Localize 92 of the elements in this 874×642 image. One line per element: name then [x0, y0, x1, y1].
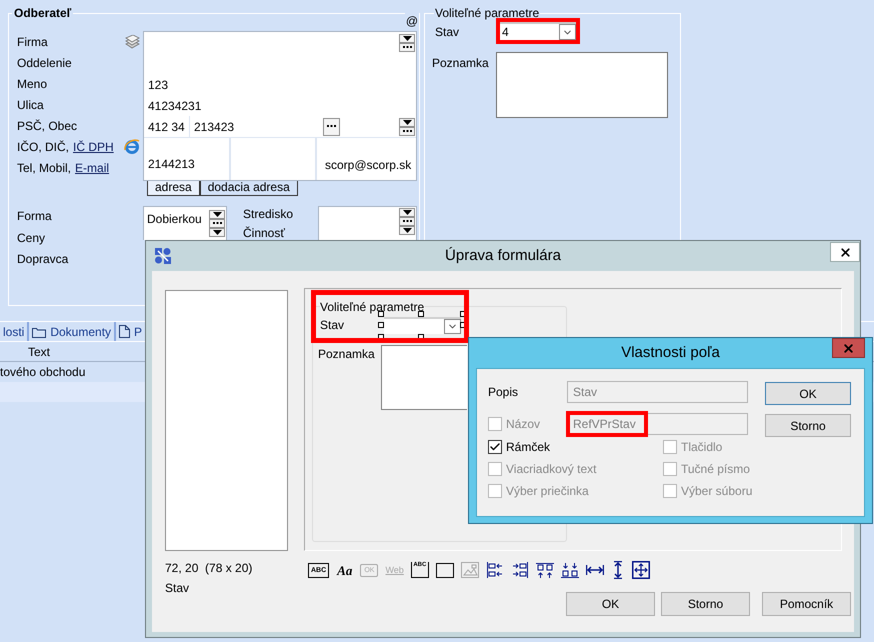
align-right-tool[interactable]: [510, 562, 529, 578]
dialog-button[interactable]: OK: [765, 382, 851, 405]
triangle-icon: [402, 228, 412, 233]
folder-icon: [32, 326, 46, 338]
checkbox-label: Výber priečinka: [506, 483, 589, 500]
triangle-icon: [402, 36, 412, 40]
field-label: Činnosť: [243, 226, 285, 240]
note-field[interactable]: [496, 52, 668, 118]
close-icon: [838, 246, 852, 258]
dropdown-button[interactable]: [209, 228, 225, 237]
align-left-tool[interactable]: [486, 562, 504, 578]
name-value: 123: [148, 76, 168, 94]
dots-icon: [402, 46, 412, 48]
dropdown-button[interactable]: [399, 118, 415, 126]
field-label: Firma: [17, 34, 48, 50]
align-bottom-tool[interactable]: [560, 562, 579, 578]
dropdown-button[interactable]: [209, 210, 225, 219]
checkbox-label: Rámček: [506, 439, 550, 456]
field-label: Tel, Mobil,: [17, 160, 72, 176]
dropdown-button[interactable]: [399, 226, 415, 235]
same-width-tool[interactable]: [586, 562, 604, 578]
field-label: Stav: [435, 24, 460, 41]
field-name-text: Stav: [165, 580, 190, 597]
checkbox-label: Tlačidlo: [681, 439, 722, 456]
column-header[interactable]: Text: [28, 342, 50, 360]
field-label: Oddelenie: [17, 54, 72, 72]
more-button[interactable]: [399, 217, 415, 226]
browser-icon[interactable]: [124, 139, 140, 154]
dialog-button[interactable]: Pomocník: [762, 592, 851, 616]
field-label: Stav: [320, 317, 344, 334]
status-select[interactable]: 4: [500, 22, 576, 40]
field-label: Meno: [17, 76, 48, 92]
dialog-button[interactable]: Storno: [765, 414, 851, 437]
frame-tool[interactable]: [436, 562, 454, 578]
section-tab[interactable]: Dokumenty: [29, 322, 116, 341]
field-label: Stredisko: [243, 207, 294, 221]
zip-value: 412 34: [148, 118, 185, 136]
checkbox-label: Tučné písmo: [681, 461, 750, 478]
field-label: Forma: [17, 208, 52, 225]
checkbox-label: Výber súboru: [681, 483, 752, 500]
field-label: Popis: [488, 384, 520, 401]
field-label: Poznamka: [432, 55, 490, 72]
dots-icon: [327, 125, 336, 128]
field-link[interactable]: IČ DPH: [73, 138, 114, 156]
window-title: Vlastnosti poľa: [621, 342, 720, 363]
checkbox-label: Názov: [506, 416, 540, 433]
position-text: 72, 20 (78 x 20): [165, 560, 254, 577]
browse-button[interactable]: [323, 118, 340, 136]
triangle-icon: [402, 210, 412, 215]
payment-select[interactable]: Dobierkou: [143, 206, 227, 240]
dots-icon: [402, 220, 412, 223]
dots-icon: [212, 222, 222, 225]
checkbox-label: Viacriadkový text: [506, 461, 596, 478]
dialog-button[interactable]: Storno: [661, 592, 750, 616]
align-top-tool[interactable]: [536, 562, 554, 578]
email-mark: @: [404, 12, 419, 30]
email-value: scorp@scorp.sk: [325, 157, 412, 174]
field-label: Ceny: [17, 230, 46, 247]
font-tool[interactable]: Aa: [336, 562, 354, 578]
field-link[interactable]: E-mail: [75, 158, 110, 176]
group-title: Voliteľné parametre: [434, 5, 540, 22]
table-cell-text: tového obchodu: [0, 364, 86, 381]
triangle-icon: [212, 230, 222, 235]
address-tab[interactable]: adresa: [147, 181, 200, 196]
field-label: PSČ, Obec: [17, 118, 78, 134]
field-label: Ulica: [17, 96, 44, 114]
street-value: 41234231: [148, 98, 202, 114]
field-label: IČO, DIČ,: [17, 138, 70, 156]
phone-value: 2144213: [148, 156, 195, 173]
field-label: Poznamka: [318, 346, 375, 363]
city-value: 213423: [194, 120, 234, 134]
more-button[interactable]: [209, 219, 225, 228]
note-field[interactable]: [381, 345, 467, 410]
window-title: Úprava formulára: [445, 246, 561, 266]
close-button[interactable]: [830, 242, 860, 262]
app-icon: [154, 247, 172, 265]
same-size-tool[interactable]: [632, 561, 650, 579]
checkbox[interactable]: [488, 440, 502, 454]
triangle-icon: [212, 212, 222, 217]
close-icon: [842, 342, 855, 354]
section-tab[interactable]: losti: [0, 322, 30, 341]
dropdown-button[interactable]: [399, 208, 415, 217]
group-title: Odberateľ: [13, 5, 72, 22]
dots-icon: [402, 130, 412, 132]
field-list[interactable]: [165, 290, 288, 551]
triangle-icon: [402, 120, 412, 124]
dropdown-button[interactable]: [399, 34, 415, 42]
stack-icon[interactable]: [125, 34, 140, 48]
dialog-button[interactable]: OK: [566, 592, 655, 616]
page-icon: [119, 325, 130, 338]
address-tab[interactable]: dodacia adresa: [200, 181, 298, 196]
field-label: Dopravca: [17, 250, 68, 268]
